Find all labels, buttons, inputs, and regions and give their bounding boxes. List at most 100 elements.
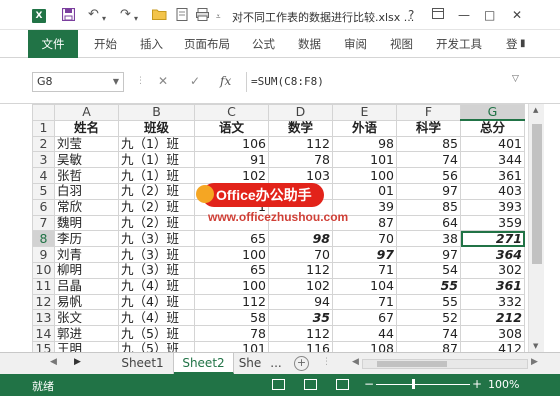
cell-e9[interactable]: 97 [332,246,397,263]
column-header-d[interactable]: D [268,104,333,121]
cell-b2[interactable]: 九（1）班 [118,135,195,153]
cell-d3[interactable]: 78 [268,151,333,169]
cell-e3[interactable]: 101 [332,151,397,169]
open-folder-icon[interactable] [152,8,167,24]
column-header-e[interactable]: E [332,104,397,121]
cell-c8[interactable]: 65 [194,230,269,248]
header-cell-b[interactable]: 班级 [118,119,195,137]
cell-b7[interactable]: 九（2）班 [118,214,195,232]
zoom-out-button[interactable]: − [364,377,374,391]
cell-f3[interactable]: 74 [396,151,461,169]
row-header-13[interactable]: 13 [32,309,55,327]
zoom-in-button[interactable]: + [472,377,482,391]
tab-developer[interactable]: 开发工具 [436,30,482,58]
cell-g6[interactable]: 393 [460,198,525,216]
cell-f2[interactable]: 85 [396,135,461,153]
cell-c7[interactable] [194,214,269,232]
cell-f11[interactable]: 55 [396,277,461,295]
cell-g2[interactable]: 401 [460,135,525,153]
header-cell-f[interactable]: 科学 [396,119,461,137]
cell-e14[interactable]: 44 [332,325,397,342]
cell-e6[interactable]: 39 [332,198,397,216]
page-layout-view-icon[interactable] [304,379,317,390]
expand-formula-bar-icon[interactable]: ▽ [512,74,519,84]
row-header-7[interactable]: 7 [32,214,55,232]
cell-b4[interactable]: 九（1）班 [118,167,195,184]
cell-c5[interactable] [194,182,269,200]
cell-b10[interactable]: 九（3）班 [118,261,195,279]
cell-a9[interactable]: 刘青 [54,246,119,263]
cell-a8[interactable]: 李历 [54,230,119,248]
cell-e10[interactable]: 71 [332,261,397,279]
column-header-g[interactable]: G [460,104,525,122]
undo-dropdown-icon[interactable]: ▾ [102,12,106,26]
cell-f12[interactable]: 55 [396,293,461,311]
cell-d11[interactable]: 102 [268,277,333,295]
cell-f9[interactable]: 97 [396,246,461,263]
cell-b8[interactable]: 九（3）班 [118,230,195,248]
cell-c2[interactable]: 106 [194,135,269,153]
horizontal-scroll-thumb[interactable] [377,361,447,367]
customize-qat-icon[interactable]: ⩡ [216,10,221,24]
tab-file[interactable]: 文件 [28,30,78,58]
name-box-dropdown-icon[interactable]: ▼ [113,73,119,91]
zoom-slider-track[interactable] [376,384,470,385]
cell-d2[interactable]: 112 [268,135,333,153]
maximize-button[interactable]: □ [484,8,495,22]
cell-e5[interactable]: 01 [332,182,397,200]
cell-f7[interactable]: 64 [396,214,461,232]
cell-c10[interactable]: 65 [194,261,269,279]
cell-b9[interactable]: 九（3）班 [118,246,195,263]
cell-g4[interactable]: 361 [460,167,525,184]
cell-g10[interactable]: 302 [460,261,525,279]
horizontal-scrollbar[interactable] [362,359,528,369]
cell-c4[interactable]: 102 [194,167,269,184]
cell-a3[interactable]: 吴敏 [54,151,119,169]
cell-f13[interactable]: 52 [396,309,461,327]
insert-function-button[interactable]: fx [220,73,231,89]
cell-a12[interactable]: 易帆 [54,293,119,311]
cell-c3[interactable]: 91 [194,151,269,169]
tab-review[interactable]: 审阅 [344,30,367,58]
scroll-left-icon[interactable]: ◀ [352,357,359,367]
print-preview-icon[interactable] [176,8,189,25]
cancel-formula-button[interactable]: ✕ [158,73,168,89]
vertical-scroll-thumb[interactable] [532,124,542,264]
cell-e13[interactable]: 67 [332,309,397,327]
column-header-b[interactable]: B [118,104,195,121]
vertical-scrollbar[interactable]: ▲ ▼ [528,104,544,352]
cell-g3[interactable]: 344 [460,151,525,169]
tab-split-grip-icon[interactable]: ⋮ [322,357,331,367]
cell-e4[interactable]: 100 [332,167,397,184]
cell-f4[interactable]: 56 [396,167,461,184]
header-cell-g[interactable]: 总分 [460,119,525,137]
cell-a7[interactable]: 魏明 [54,214,119,232]
cell-c14[interactable]: 78 [194,325,269,342]
cell-e8[interactable]: 70 [332,230,397,248]
cell-d7[interactable] [268,214,333,232]
scroll-right-icon[interactable]: ▶ [531,357,538,367]
prev-sheet-icon[interactable]: ◀ [50,357,57,367]
tab-formulas[interactable]: 公式 [252,30,275,58]
row-header-6[interactable]: 6 [32,198,55,216]
cell-f6[interactable]: 85 [396,198,461,216]
save-icon[interactable] [61,7,76,25]
cell-e7[interactable]: 87 [332,214,397,232]
cell-d14[interactable]: 112 [268,325,333,342]
cell-d10[interactable]: 112 [268,261,333,279]
cell-e11[interactable]: 104 [332,277,397,295]
cell-d9[interactable]: 70 [268,246,333,263]
cell-d12[interactable]: 94 [268,293,333,311]
cell-d6[interactable] [268,198,333,216]
cell-g5[interactable]: 403 [460,182,525,200]
cell-f14[interactable]: 74 [396,325,461,342]
cell-c11[interactable]: 100 [194,277,269,295]
page-break-preview-icon[interactable] [336,379,349,390]
header-cell-a[interactable]: 姓名 [54,119,119,137]
cell-a14[interactable]: 郭进 [54,325,119,342]
cell-d8[interactable]: 98 [268,230,333,248]
add-sheet-button[interactable]: + [294,356,309,371]
cell-b13[interactable]: 九（4）班 [118,309,195,327]
redo-icon[interactable]: ↷ [120,8,131,22]
cell-c13[interactable]: 58 [194,309,269,327]
